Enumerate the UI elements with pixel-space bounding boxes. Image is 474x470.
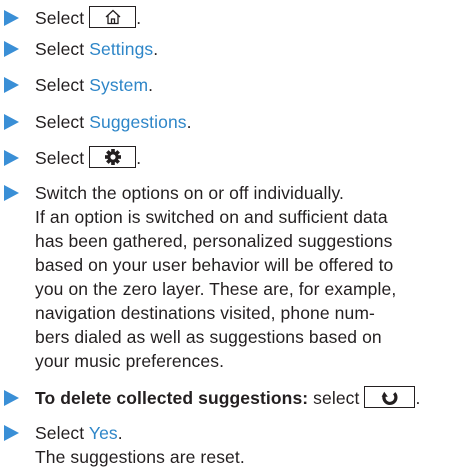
home-button[interactable] — [89, 6, 137, 29]
step-prefix: Select — [35, 8, 85, 28]
step-text: Select Settings. — [35, 39, 159, 59]
delete-heading: To delete collected suggestions: — [35, 388, 309, 408]
yes-button[interactable]: Yes — [89, 423, 118, 443]
settings-gear-button[interactable] — [89, 146, 137, 169]
reset-button[interactable] — [364, 386, 416, 409]
step-text: Select . — [35, 6, 142, 29]
step-arrow-icon — [4, 114, 19, 130]
step-arrow-icon — [4, 425, 19, 441]
reset-icon — [381, 392, 398, 406]
step-text: Select Suggestions. — [35, 112, 192, 132]
system-menu-item[interactable]: System — [89, 75, 148, 95]
step-arrow-icon — [4, 390, 19, 406]
step-arrow-icon — [4, 185, 19, 201]
step-text: To delete collected suggestions: select … — [35, 386, 421, 409]
step-arrow-icon — [4, 10, 19, 26]
instruction-list: Select . Select Settings. Select System.… — [0, 0, 474, 470]
result-text: The suggestions are reset. — [35, 447, 245, 467]
step-arrow-icon — [4, 150, 19, 166]
step-arrow-icon — [4, 77, 19, 93]
suggestions-menu-item[interactable]: Suggestions — [89, 112, 186, 132]
step-arrow-icon — [4, 41, 19, 57]
step-text: Select . — [35, 146, 142, 169]
step-text: Select System. — [35, 75, 154, 95]
gear-icon — [104, 149, 121, 166]
home-icon — [105, 9, 121, 25]
settings-menu-item[interactable]: Settings — [89, 39, 153, 59]
step-text: Select Yes. — [35, 423, 123, 443]
